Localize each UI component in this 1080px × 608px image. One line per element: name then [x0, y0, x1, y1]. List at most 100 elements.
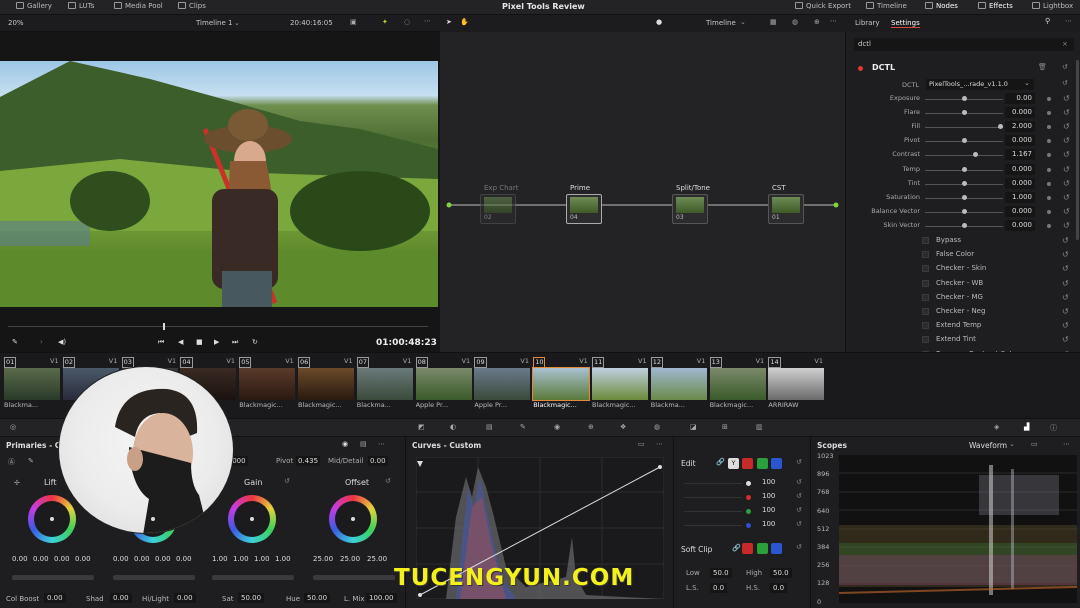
video-frame[interactable]: [0, 61, 438, 307]
nodes-button[interactable]: Nodes: [925, 2, 958, 10]
loop-icon[interactable]: ↻: [252, 338, 258, 346]
reset-icon[interactable]: ↺: [1063, 221, 1070, 230]
blue-channel-button[interactable]: [771, 458, 782, 469]
checkbox[interactable]: [922, 308, 929, 315]
dctl-checkbox-row[interactable]: False Color ↺: [922, 249, 1072, 261]
luma-channel-button[interactable]: Y: [728, 458, 739, 469]
media-pool-button[interactable]: Media Pool: [114, 2, 163, 10]
playhead[interactable]: [163, 323, 165, 330]
checkbox[interactable]: [922, 251, 929, 259]
red-channel-button[interactable]: [742, 458, 753, 469]
param-value[interactable]: 1.000: [1005, 191, 1035, 203]
checkbox[interactable]: [922, 322, 929, 330]
blur-icon[interactable]: ◍: [654, 423, 660, 431]
param-value[interactable]: 0.000: [1005, 107, 1035, 119]
scope-mode-selector[interactable]: Waveform: [969, 441, 1007, 450]
keyframe-dot-icon[interactable]: [1047, 97, 1051, 101]
wheel-value[interactable]: 0.00: [12, 555, 28, 563]
wheel-value[interactable]: 0.00: [176, 555, 192, 563]
mid-detail-value[interactable]: 0.00: [368, 456, 388, 466]
more-options-icon[interactable]: ⋯: [378, 440, 385, 448]
warper-icon[interactable]: ◐: [450, 423, 456, 431]
dctl-checkbox-row[interactable]: Checker - Neg ↺: [922, 306, 1072, 318]
wheel-center-handle[interactable]: [151, 517, 155, 521]
keyframe-dot-icon[interactable]: [1047, 181, 1051, 186]
wheel-value[interactable]: 25.00: [340, 555, 360, 563]
reset-icon[interactable]: ↺: [1062, 250, 1069, 259]
reset-icon[interactable]: ↺: [1062, 307, 1069, 316]
bottom-param-value[interactable]: 50.00: [304, 593, 331, 603]
clip-thumbnail[interactable]: [650, 368, 707, 400]
wheel-value[interactable]: 0.00: [33, 555, 49, 563]
channel-track[interactable]: [684, 497, 742, 498]
reset-icon[interactable]: ↺: [796, 506, 802, 514]
param-value[interactable]: 0.000: [1005, 177, 1035, 189]
reset-icon[interactable]: ↺: [1063, 179, 1070, 188]
param-value[interactable]: 0.000: [1005, 135, 1035, 147]
luts-button[interactable]: LUTs: [68, 2, 94, 10]
tab-library[interactable]: Library: [855, 19, 879, 27]
bars-mode-icon[interactable]: ◉: [342, 440, 348, 448]
soft-clip-blue-button[interactable]: [771, 543, 782, 554]
reset-icon[interactable]: ↺: [1062, 264, 1069, 273]
reset-icon[interactable]: ↺: [1063, 136, 1070, 145]
more-options-icon[interactable]: ⋯: [830, 17, 837, 25]
keyframe-dot-icon[interactable]: [1047, 167, 1051, 172]
dctl-checkbox-row[interactable]: Extend Temp ↺: [922, 320, 1072, 332]
reset-icon[interactable]: ↺: [1063, 165, 1070, 174]
dctl-checkbox-row[interactable]: Checker - WB ↺: [922, 278, 1072, 290]
search-icon[interactable]: ⚲: [1045, 17, 1050, 25]
wheel-value[interactable]: 0.00: [54, 555, 70, 563]
param-slider-knob[interactable]: [962, 166, 967, 172]
color-wheel-gain[interactable]: [228, 495, 276, 543]
reset-icon[interactable]: ↺: [385, 477, 391, 485]
keyframe-dot-icon[interactable]: [1047, 209, 1051, 214]
reset-icon[interactable]: ↺: [1062, 279, 1069, 288]
wheel-value[interactable]: 25.00: [313, 555, 333, 563]
link-icon[interactable]: 🔗: [716, 458, 725, 466]
picker-icon[interactable]: ✎: [28, 457, 34, 465]
step-back-icon[interactable]: ◀: [178, 338, 183, 346]
wheel-value[interactable]: 1.00: [212, 555, 228, 563]
eyedropper-icon[interactable]: ✎: [520, 423, 526, 431]
scopes-icon[interactable]: ▟: [1024, 423, 1029, 431]
channel-value[interactable]: 100: [762, 492, 775, 500]
zoom-level[interactable]: 20%: [8, 19, 24, 27]
reset-icon[interactable]: ↺: [796, 520, 802, 528]
crosshair-icon[interactable]: ✢: [14, 479, 20, 487]
trash-icon[interactable]: 🗑: [1038, 63, 1047, 71]
clip-thumbnail[interactable]: [239, 368, 296, 400]
dctl-checkbox-row[interactable]: Bypass ↺: [922, 235, 1072, 247]
param-slider-track[interactable]: [925, 155, 1003, 157]
scrubber-track[interactable]: [8, 326, 428, 327]
lightbox-button[interactable]: Lightbox: [1032, 2, 1073, 10]
wheel-value[interactable]: 1.00: [254, 555, 270, 563]
color-wheel-offset[interactable]: [329, 495, 377, 543]
bottom-param-value[interactable]: 0.00: [110, 593, 132, 603]
checkbox[interactable]: [922, 237, 929, 244]
wheel-center-handle[interactable]: [351, 517, 355, 521]
master-wheel-slider[interactable]: [12, 575, 94, 580]
chevron-down-icon[interactable]: ⌄: [740, 18, 746, 26]
tab-settings[interactable]: Settings: [891, 19, 920, 28]
reset-icon[interactable]: ↺: [1062, 79, 1068, 87]
wheel-value[interactable]: 25.00: [367, 555, 387, 563]
node-graph[interactable]: Exp Chart 02 Prime 04 Split/Tone 03 CST …: [440, 32, 845, 352]
more-options-icon[interactable]: ⋯: [424, 17, 431, 25]
chevron-icon[interactable]: ›: [40, 338, 43, 346]
reset-icon[interactable]: ↺: [1062, 236, 1069, 245]
skip-start-icon[interactable]: ⏮: [158, 338, 164, 347]
reset-icon[interactable]: ↺: [1063, 122, 1070, 131]
chevron-down-icon[interactable]: ⌄: [234, 19, 240, 27]
more-options-icon[interactable]: ⋯: [1065, 17, 1072, 25]
wheel-center-handle[interactable]: [50, 517, 54, 521]
settings-scrollbar[interactable]: [1076, 60, 1079, 240]
sizing-icon[interactable]: ⊞: [722, 423, 728, 431]
param-slider-knob[interactable]: [972, 152, 978, 158]
clip-thumbnail[interactable]: [356, 368, 413, 400]
color-wheel-lift[interactable]: [28, 495, 76, 543]
clip-thumbnail[interactable]: [298, 368, 354, 400]
checkbox[interactable]: [922, 279, 929, 287]
keyframe-dot-icon[interactable]: [1047, 223, 1051, 228]
bottom-param-value[interactable]: 0.00: [174, 593, 196, 603]
